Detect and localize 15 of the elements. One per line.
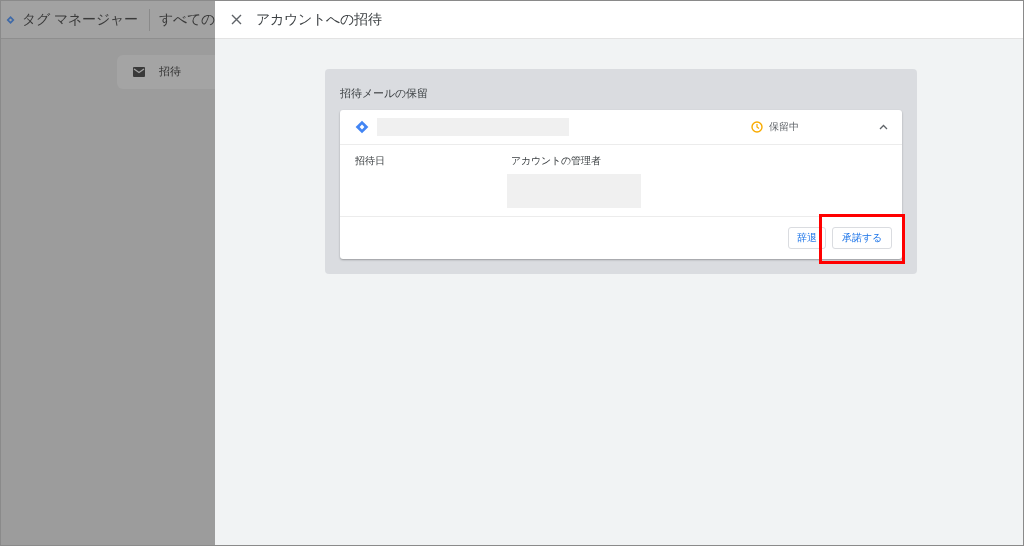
clock-icon: [751, 120, 763, 133]
status-text: 保留中: [769, 120, 799, 134]
dialog-title: アカウントへの招待: [256, 10, 382, 29]
nav-item[interactable]: 招待: [117, 55, 215, 89]
section-title: 招待メールの保留: [340, 86, 429, 102]
mail-icon: [133, 67, 145, 77]
close-button[interactable]: [231, 14, 242, 25]
logo-icon: [355, 119, 369, 134]
accept-button[interactable]: 承諾する: [832, 226, 892, 249]
app-title: タグ マネージャー: [22, 10, 139, 29]
collapse-chevron-icon[interactable]: [879, 123, 888, 130]
column-label: 招待日: [355, 153, 386, 168]
column-label: アカウントの管理者: [511, 153, 602, 168]
header-text: すべての: [159, 10, 215, 29]
decline-button[interactable]: 辞退: [788, 226, 826, 249]
